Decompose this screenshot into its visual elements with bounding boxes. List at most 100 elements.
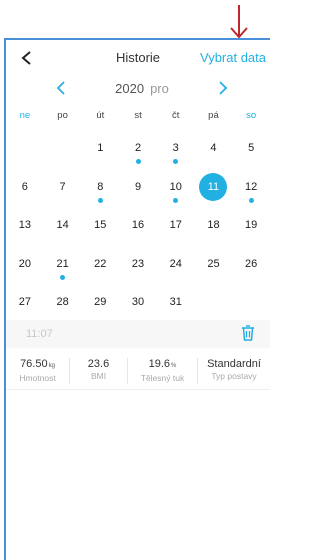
measurement-dot-icon [248, 197, 254, 203]
calendar-day[interactable]: 30 [119, 286, 157, 325]
measurement-dot-icon [60, 274, 66, 280]
stat-label: Hmotnost [19, 373, 56, 383]
calendar-grid: 1 2 3 4 5 6 7 8 9 10 11 12 13 14 15 16 17 18 19 20 21 22 23 24 2… [6, 132, 270, 325]
weekday-label: čt [172, 110, 180, 121]
measurement-dot-icon [97, 197, 103, 203]
calendar-day[interactable]: 23 [119, 248, 157, 287]
calendar-week: 27 28 29 30 31 [6, 286, 270, 325]
calendar-day[interactable]: 20 [6, 248, 44, 287]
calendar-day[interactable]: 28 [44, 286, 82, 325]
weekday-label: so [246, 110, 257, 121]
calendar-day[interactable]: 11 [195, 171, 233, 210]
record-time: 11:07 [26, 328, 53, 340]
calendar-day[interactable]: 12 [232, 171, 270, 210]
stat-value: 19.6 [148, 358, 171, 370]
calendar-day[interactable]: 18 [195, 209, 233, 248]
calendar-day[interactable]: 24 [157, 248, 195, 287]
page-title: Historie [115, 50, 161, 65]
stat-label: BMI [90, 371, 107, 381]
day-number: 5 [248, 142, 255, 154]
record-stats: 76.50kg Hmotnost 23.6 BMI 19.6% Tělesný tuk St… [6, 350, 270, 390]
day-number: 17 [169, 219, 182, 231]
measurement-dot-icon [135, 159, 141, 164]
chevron-right-icon[interactable] [218, 81, 228, 95]
day-number: 30 [131, 296, 145, 308]
calendar-day[interactable]: 26 [232, 248, 270, 287]
calendar-day[interactable]: 19 [232, 209, 270, 248]
calendar-day[interactable]: 4 [195, 132, 233, 171]
stat-item: 76.50kg Hmotnost [6, 358, 70, 384]
stat-label: Typ postavy [211, 371, 257, 381]
stat-item: 19.6% Tělesný tuk [128, 358, 198, 384]
stat-unit: kg [48, 363, 55, 369]
calendar-week: 13 14 15 16 17 18 19 [6, 209, 270, 248]
calendar-day[interactable]: 27 [6, 286, 44, 325]
calendar-day[interactable]: 1 [81, 132, 119, 171]
weekday-label: st [134, 110, 142, 121]
stat-unit: % [171, 363, 177, 369]
selected-day-number: 11 [199, 172, 228, 201]
trash-icon[interactable] [241, 325, 255, 341]
month-label: 2020 pro [92, 81, 192, 96]
weekday-header: ne po út st čt pá so [6, 110, 270, 124]
weekday-label: út [96, 110, 105, 121]
day-number: 13 [18, 219, 31, 231]
day-number: 16 [131, 219, 145, 231]
calendar-day[interactable]: 5 [232, 132, 270, 171]
annotation-arrow-icon [230, 5, 248, 39]
stat-label: Tělesný tuk [140, 373, 185, 383]
calendar-day[interactable]: 25 [195, 248, 233, 287]
day-number: 15 [94, 219, 107, 231]
calendar-day[interactable]: 9 [119, 171, 157, 210]
calendar-empty-cell [195, 286, 233, 325]
calendar-day[interactable]: 3 [157, 132, 195, 171]
weekday-label: ne [19, 110, 31, 121]
day-number: 18 [207, 219, 220, 231]
day-number: 24 [169, 257, 182, 270]
day-number: 23 [131, 257, 145, 270]
calendar-day[interactable]: 6 [6, 171, 44, 210]
stat-value-line: Standardní [198, 358, 270, 370]
day-number: 3 [172, 142, 179, 154]
day-number: 4 [210, 142, 217, 154]
day-number: 20 [18, 257, 31, 270]
stat-value-line: 19.6% [128, 358, 197, 372]
day-number: 1 [97, 142, 104, 154]
back-arrow-icon[interactable] [20, 50, 34, 66]
chevron-left-icon[interactable] [56, 81, 66, 95]
calendar-day[interactable]: 31 [157, 286, 195, 325]
stat-value-line: 76.50kg [6, 358, 69, 372]
calendar-day[interactable]: 8 [81, 171, 119, 210]
calendar-day[interactable]: 17 [157, 209, 195, 248]
calendar-day[interactable]: 13 [6, 209, 44, 248]
day-number: 27 [18, 296, 31, 308]
calendar-day[interactable]: 14 [44, 209, 82, 248]
header: Historie Vybrat data [6, 42, 270, 76]
calendar-empty-cell [232, 286, 270, 325]
stat-value: 76.50 [20, 358, 48, 370]
calendar-day[interactable]: 7 [44, 171, 82, 210]
stat-item: 23.6 BMI [70, 358, 128, 384]
day-number: 22 [94, 257, 107, 270]
calendar-day[interactable]: 10 [157, 171, 195, 210]
month-name: pro [150, 81, 169, 96]
calendar-week: 6 7 8 9 10 11 12 [6, 171, 270, 210]
calendar-day[interactable]: 2 [119, 132, 157, 171]
day-number: 21 [56, 257, 69, 270]
day-number: 7 [59, 180, 66, 193]
calendar-day[interactable]: 22 [81, 248, 119, 287]
weekday-label: pá [208, 110, 219, 121]
day-number: 9 [134, 180, 142, 193]
select-date-button[interactable]: Vybrat data [200, 50, 266, 65]
stat-item: Standardní Typ postavy [198, 358, 270, 384]
day-number: 6 [21, 180, 28, 193]
calendar-day[interactable]: 15 [81, 209, 119, 248]
year-label: 2020 [115, 81, 145, 96]
day-number: 10 [169, 180, 182, 193]
calendar-day[interactable]: 29 [81, 286, 119, 325]
stat-value: 23.6 [87, 358, 110, 370]
calendar-day[interactable]: 21 [44, 248, 82, 287]
day-number: 25 [207, 257, 220, 270]
calendar-day[interactable]: 16 [119, 209, 157, 248]
calendar-week: 20 21 22 23 24 25 26 [6, 248, 270, 287]
